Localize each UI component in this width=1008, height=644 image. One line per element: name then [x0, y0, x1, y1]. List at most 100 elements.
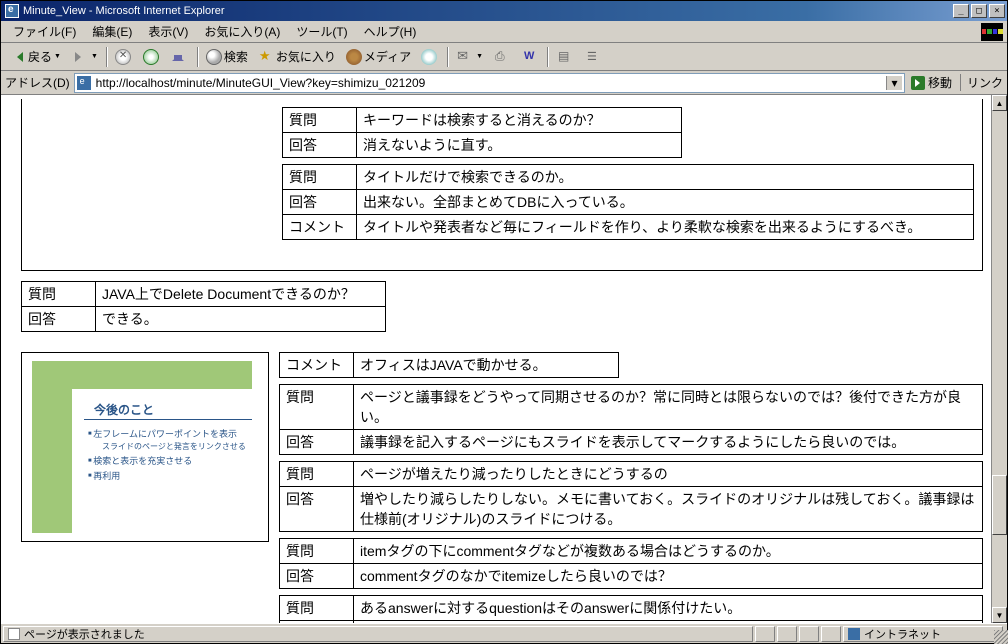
edit-icon [521, 49, 537, 65]
go-icon [911, 76, 925, 90]
content-area[interactable]: 質問 キーワードは検索すると消えるのか？ 回答 消えないように直す。 質問 タイ… [1, 95, 1007, 623]
mail-icon [456, 49, 472, 65]
status-cell [821, 626, 841, 642]
menubar: ファイル(F) 編集(E) 表示(V) お気に入り(A) ツール(T) ヘルプ(… [1, 21, 1007, 43]
address-input[interactable] [94, 75, 886, 91]
status-cell [799, 626, 819, 642]
qa-text: 議事録を記入するページにもスライドを表示してマークするようにしたら良いのでは。 [354, 430, 983, 455]
chevron-down-icon: ▼ [91, 53, 98, 60]
address-dropdown[interactable]: ▾ [886, 76, 902, 90]
qa-label: 質問 [22, 282, 96, 307]
messenger-button[interactable] [580, 47, 606, 67]
search-label: 検索 [224, 48, 248, 65]
qa-label: 回答 [280, 564, 354, 589]
edit-button[interactable] [517, 47, 543, 67]
qa-text: 消えないように直す。 [357, 133, 682, 158]
qa-table: 質問 ページが増えたり減ったりしたときにどうするの 回答 増やしたり減らしたりし… [279, 461, 983, 532]
links-label[interactable]: リンク [960, 74, 1003, 91]
qa-label: コメント [280, 353, 354, 378]
table-row: 回答 ツリー構造を許す？グラフ表示で関係を示しむ [280, 621, 983, 624]
qa-text: ツリー構造を許す？グラフ表示で関係を示しむ [354, 621, 983, 624]
table-row: 質問 ページが増えたり減ったりしたときにどうするの [280, 462, 983, 487]
qa-text: JAVA上でDelete Documentできるのか？ [96, 282, 386, 307]
separator [197, 47, 198, 67]
table-row: 質問 itemタグの下にcommentタグなどが複数ある場合はどうするのか。 [280, 539, 983, 564]
qa-text: itemタグの下にcommentタグなどが複数ある場合はどうするのか。 [354, 539, 983, 564]
slide-thumbnail[interactable]: 今後のこと 左フレームにパワーポイントを表示 スライドのページと発言をリンクさせ… [21, 352, 269, 542]
table-row: コメント オフィスはJAVAで動かせる。 [280, 353, 619, 378]
back-button[interactable]: 戻る ▼ [6, 46, 65, 67]
home-button[interactable] [167, 47, 193, 67]
menu-file[interactable]: ファイル(F) [5, 21, 84, 42]
history-button[interactable] [417, 47, 443, 67]
qa-text: キーワードは検索すると消えるのか？ [357, 108, 682, 133]
search-button[interactable]: 検索 [202, 46, 252, 67]
page-icon [77, 76, 91, 90]
table-row: 質問 タイトルだけで検索できるのか。 [283, 165, 974, 190]
slide-subitem: スライドのページと発言をリンクさせる [102, 441, 246, 454]
slide-title: 今後のこと [94, 401, 154, 418]
window-title: Minute_View - Microsoft Internet Explore… [23, 5, 951, 17]
messenger-icon [584, 49, 600, 65]
refresh-button[interactable] [139, 47, 165, 67]
security-zone: イントラネット [843, 626, 1003, 642]
menu-favorites[interactable]: お気に入り(A) [196, 21, 288, 42]
qa-table: 質問 itemタグの下にcommentタグなどが複数ある場合はどうするのか。 回… [279, 538, 983, 589]
table-row: 質問 キーワードは検索すると消えるのか？ [283, 108, 682, 133]
forward-button[interactable]: ▼ [67, 47, 102, 67]
document-icon [556, 49, 572, 65]
vertical-scrollbar[interactable]: ▲ ▼ [991, 95, 1007, 623]
toolbar: 戻る ▼ ▼ 検索 お気に入り メディア ▼ [1, 43, 1007, 71]
qa-text: できる。 [96, 307, 386, 332]
slide-item: 左フレームにパワーポイントを表示 [88, 427, 246, 441]
search-icon [206, 49, 222, 65]
table-row: 質問 あるanswerに対するquestionはそのanswerに関係付けたい。 [280, 596, 983, 621]
media-icon [346, 49, 362, 65]
forward-icon [71, 49, 87, 65]
mail-button[interactable]: ▼ [452, 47, 487, 67]
chevron-down-icon: ▼ [476, 53, 483, 60]
separator [447, 47, 448, 67]
close-button[interactable]: × [989, 4, 1005, 18]
qa-text: 出来ない。全部まとめてDBに入っている。 [357, 190, 974, 215]
print-button[interactable] [489, 47, 515, 67]
table-row: 質問 JAVA上でDelete Documentできるのか？ [22, 282, 386, 307]
minimize-button[interactable]: _ [953, 4, 969, 18]
menu-help[interactable]: ヘルプ(H) [356, 21, 425, 42]
scroll-up-button[interactable]: ▲ [992, 95, 1007, 111]
address-input-wrap: ▾ [74, 73, 905, 93]
home-icon [171, 49, 187, 65]
titlebar: Minute_View - Microsoft Internet Explore… [1, 1, 1007, 21]
resize-grip[interactable] [994, 630, 1008, 644]
qa-label: 質問 [283, 165, 357, 190]
app-icon [5, 4, 19, 18]
section-row: 今後のこと 左フレームにパワーポイントを表示 スライドのページと発言をリンクさせ… [21, 352, 983, 623]
scroll-thumb[interactable] [992, 475, 1007, 535]
stop-button[interactable] [111, 47, 137, 67]
address-label: アドレス(D) [5, 74, 70, 91]
table-row: 回答 議事録を記入するページにもスライドを表示してマークするようにしたら良いので… [280, 430, 983, 455]
go-button[interactable]: 移動 [911, 74, 952, 91]
star-icon [258, 49, 274, 65]
menu-view[interactable]: 表示(V) [140, 21, 196, 42]
scroll-down-button[interactable]: ▼ [992, 607, 1007, 623]
qa-text: ページが増えたり減ったりしたときにどうするの [354, 462, 983, 487]
qa-label: 質問 [280, 539, 354, 564]
zone-text: イントラネット [864, 626, 941, 642]
favorites-button[interactable]: お気に入り [254, 46, 340, 67]
qa-label: 回答 [22, 307, 96, 332]
stop-icon [115, 49, 131, 65]
discuss-button[interactable] [552, 47, 578, 67]
media-button[interactable]: メディア [342, 46, 415, 67]
table-row: 質問 ページと議事録をどうやって同期させるのか？常に同時とは限らないのでは？後付… [280, 385, 983, 430]
favorites-label: お気に入り [276, 48, 336, 65]
qa-text: オフィスはJAVAで動かせる。 [354, 353, 619, 378]
qa-label: 回答 [283, 133, 357, 158]
qa-label: 回答 [280, 487, 354, 532]
table-row: 回答 消えないように直す。 [283, 133, 682, 158]
menu-tools[interactable]: ツール(T) [288, 21, 355, 42]
back-icon [10, 49, 26, 65]
maximize-button[interactable]: □ [971, 4, 987, 18]
menu-edit[interactable]: 編集(E) [84, 21, 140, 42]
qa-table: 質問 キーワードは検索すると消えるのか？ 回答 消えないように直す。 [282, 107, 682, 158]
